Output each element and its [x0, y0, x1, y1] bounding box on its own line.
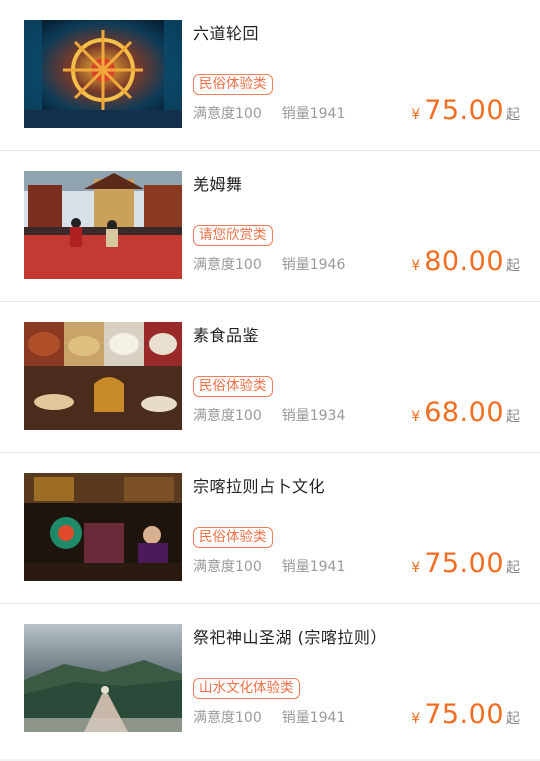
- price-value: 75.00: [424, 95, 504, 126]
- price: ¥68.00 起: [411, 397, 520, 428]
- category-tag: 民俗体验类: [193, 74, 273, 95]
- cham-dance-image[interactable]: [24, 171, 182, 279]
- price-value: 75.00: [424, 699, 504, 730]
- satisfaction-label: 满意度100: [193, 106, 262, 122]
- product-list: 六道轮回 民俗体验类 满意度100 销量1941 ¥75.00 起 羌姆舞 请您…: [0, 0, 540, 759]
- price-suffix: 起: [506, 409, 520, 425]
- price-suffix: 起: [506, 560, 520, 576]
- category-tag: 请您欣赏类: [193, 225, 273, 246]
- item-stats: 满意度100 销量1934: [193, 405, 345, 425]
- item-stats: 满意度100 销量1941: [193, 707, 345, 727]
- sales-count: 销量1934: [281, 408, 346, 424]
- price: ¥75.00 起: [411, 95, 520, 126]
- sales-count: 销量1941: [281, 559, 346, 575]
- sales-count: 销量1946: [281, 257, 346, 273]
- currency-symbol: ¥: [411, 409, 421, 425]
- wheel-of-life-image[interactable]: [24, 20, 182, 128]
- satisfaction-label: 满意度100: [193, 257, 262, 273]
- sales-count: 销量1941: [281, 710, 346, 726]
- list-item[interactable]: 羌姆舞 请您欣赏类 满意度100 销量1946 ¥80.00 起: [0, 151, 540, 302]
- item-title[interactable]: 素食品鉴: [193, 322, 259, 346]
- satisfaction-label: 满意度100: [193, 408, 262, 424]
- currency-symbol: ¥: [411, 107, 421, 123]
- price: ¥80.00 起: [411, 246, 520, 277]
- item-stats: 满意度100 销量1941: [193, 556, 345, 576]
- currency-symbol: ¥: [411, 258, 421, 274]
- price-value: 80.00: [424, 246, 504, 277]
- price-suffix: 起: [506, 711, 520, 727]
- item-stats: 满意度100 销量1946: [193, 254, 345, 274]
- item-title[interactable]: 羌姆舞: [193, 171, 243, 195]
- list-item[interactable]: 素食品鉴 民俗体验类 满意度100 销量1934 ¥68.00 起: [0, 302, 540, 453]
- vegetarian-food-image[interactable]: [24, 322, 182, 430]
- price: ¥75.00 起: [411, 699, 520, 730]
- price-suffix: 起: [506, 107, 520, 123]
- currency-symbol: ¥: [411, 711, 421, 727]
- list-item[interactable]: 六道轮回 民俗体验类 满意度100 销量1941 ¥75.00 起: [0, 0, 540, 151]
- list-item[interactable]: 祭祀神山圣湖 (宗喀拉则） 山水文化体验类 满意度100 销量1941 ¥75.0…: [0, 604, 540, 759]
- satisfaction-label: 满意度100: [193, 710, 262, 726]
- item-title[interactable]: 祭祀神山圣湖 (宗喀拉则）: [193, 624, 387, 648]
- list-item[interactable]: 宗喀拉则占卜文化 民俗体验类 满意度100 销量1941 ¥75.00 起: [0, 453, 540, 604]
- item-title[interactable]: 宗喀拉则占卜文化: [193, 473, 325, 497]
- satisfaction-label: 满意度100: [193, 559, 262, 575]
- category-tag: 民俗体验类: [193, 527, 273, 548]
- category-tag: 山水文化体验类: [193, 678, 300, 699]
- sacred-mountain-image[interactable]: [24, 624, 182, 732]
- price-value: 68.00: [424, 397, 504, 428]
- divination-image[interactable]: [24, 473, 182, 581]
- category-tag: 民俗体验类: [193, 376, 273, 397]
- item-stats: 满意度100 销量1941: [193, 103, 345, 123]
- sales-count: 销量1941: [281, 106, 346, 122]
- price-value: 75.00: [424, 548, 504, 579]
- currency-symbol: ¥: [411, 560, 421, 576]
- price: ¥75.00 起: [411, 548, 520, 579]
- price-suffix: 起: [506, 258, 520, 274]
- item-title[interactable]: 六道轮回: [193, 20, 259, 44]
